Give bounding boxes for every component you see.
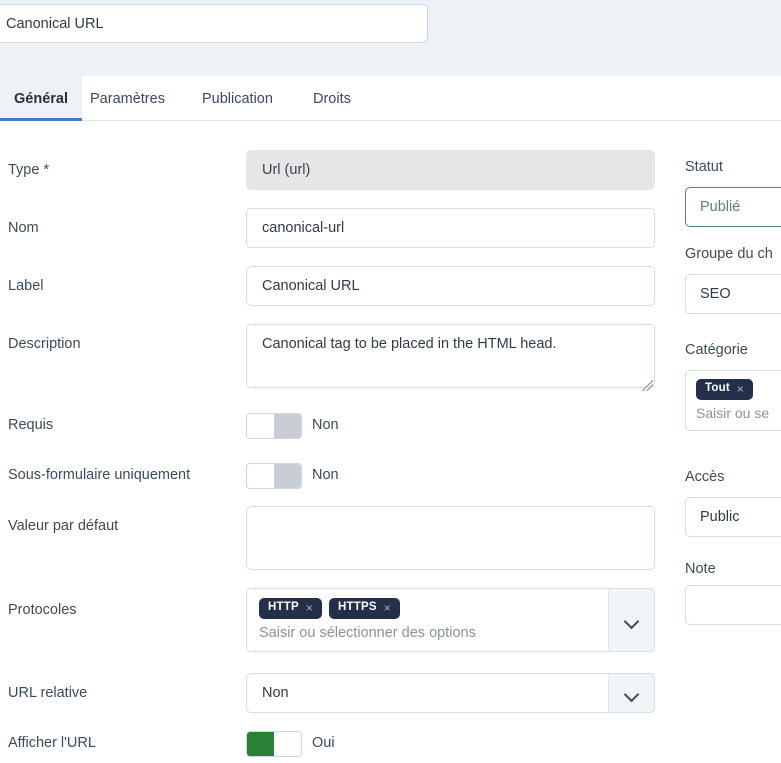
sous-formulaire-toggle[interactable] bbox=[246, 463, 302, 489]
sidebar-label-acces: Accès bbox=[685, 469, 725, 485]
field-label-title-input[interactable] bbox=[0, 4, 428, 43]
url-relative-dropdown-button[interactable] bbox=[608, 674, 654, 712]
chip-remove-icon[interactable]: × bbox=[737, 383, 744, 395]
sidebar-label-groupe: Groupe du ch bbox=[685, 246, 773, 262]
protocoles-chip-list: HTTP × HTTPS × bbox=[259, 598, 642, 619]
toggle-track bbox=[274, 414, 301, 438]
afficher-url-toggle[interactable] bbox=[246, 731, 302, 757]
label-requis: Requis bbox=[8, 417, 54, 433]
protocoles-body: HTTP × HTTPS × Saisir ou sélectionner de… bbox=[247, 589, 654, 651]
valeur-defaut-textarea[interactable] bbox=[246, 506, 655, 570]
nom-input[interactable] bbox=[246, 208, 655, 248]
url-relative-value: Non bbox=[262, 685, 289, 701]
chevron-down-icon bbox=[625, 616, 638, 624]
type-field: Url (url) bbox=[246, 150, 655, 190]
sous-formulaire-toggle-state: Non bbox=[312, 467, 339, 483]
acces-select[interactable]: Public bbox=[685, 497, 781, 537]
categorie-chip-list: Tout × bbox=[696, 379, 781, 400]
toggle-track bbox=[274, 732, 301, 756]
chip-remove-icon[interactable]: × bbox=[306, 602, 313, 614]
chip-tout[interactable]: Tout × bbox=[696, 379, 754, 400]
toggle-knob bbox=[247, 414, 274, 438]
row-url-relative: URL relative Non bbox=[0, 673, 781, 713]
toggle-knob bbox=[247, 464, 274, 488]
label-description: Description bbox=[8, 336, 81, 352]
groupe-select[interactable]: SEO bbox=[685, 274, 781, 314]
row-valeur-defaut: Valeur par défaut bbox=[0, 506, 781, 570]
protocoles-dropdown-button[interactable] bbox=[608, 589, 654, 651]
protocoles-multiselect[interactable]: HTTP × HTTPS × Saisir ou sélectionner de… bbox=[246, 588, 655, 652]
sidebar-label-categorie: Catégorie bbox=[685, 342, 748, 358]
tab-bar: Général Paramètres Publication Droits bbox=[0, 76, 781, 121]
sidebar-label-note: Note bbox=[685, 561, 716, 577]
protocoles-placeholder[interactable]: Saisir ou sélectionner des options bbox=[259, 625, 642, 641]
row-afficher-url: Afficher l'URL Oui bbox=[0, 731, 781, 757]
row-label: Label bbox=[0, 266, 781, 306]
requis-toggle[interactable] bbox=[246, 413, 302, 439]
row-sous-formulaire: Sous-formulaire uniquement Non bbox=[0, 463, 781, 489]
label-url-relative: URL relative bbox=[8, 685, 88, 701]
label-afficher-url: Afficher l'URL bbox=[8, 735, 96, 751]
app-root: Général Paramètres Publication Droits Ty… bbox=[0, 0, 781, 763]
requis-toggle-state: Non bbox=[312, 417, 339, 433]
categorie-placeholder[interactable]: Saisir ou se bbox=[696, 405, 781, 421]
chip-http[interactable]: HTTP × bbox=[259, 598, 323, 619]
header-bar bbox=[0, 0, 781, 76]
row-nom: Nom bbox=[0, 208, 781, 248]
label-type: Type * bbox=[8, 162, 50, 178]
statut-select[interactable]: Publié bbox=[685, 187, 781, 227]
categorie-multiselect[interactable]: Tout × Saisir ou se bbox=[685, 370, 781, 431]
toggle-knob bbox=[247, 732, 274, 756]
label-label: Label bbox=[8, 278, 44, 294]
row-description: Description bbox=[0, 324, 781, 391]
tab-droits[interactable]: Droits bbox=[299, 76, 365, 121]
tab-publication[interactable]: Publication bbox=[188, 76, 287, 121]
label-protocoles: Protocoles bbox=[8, 602, 77, 618]
form-general: Type * Url (url) Nom Label Description bbox=[0, 121, 781, 763]
toggle-track bbox=[274, 464, 301, 488]
chip-https[interactable]: HTTPS × bbox=[329, 598, 400, 619]
tab-parametres[interactable]: Paramètres bbox=[76, 76, 179, 121]
chip-remove-icon[interactable]: × bbox=[384, 602, 391, 614]
resize-handle-icon[interactable] bbox=[642, 380, 653, 391]
chip-label: HTTPS bbox=[338, 601, 377, 614]
label-nom: Nom bbox=[8, 220, 39, 236]
chevron-down-icon bbox=[625, 689, 638, 697]
sidebar-label-statut: Statut bbox=[685, 159, 723, 175]
row-type: Type * Url (url) bbox=[0, 150, 781, 190]
url-relative-select[interactable]: Non bbox=[246, 673, 655, 713]
chip-label: Tout bbox=[705, 382, 730, 395]
chip-label: HTTP bbox=[268, 601, 299, 614]
note-input[interactable] bbox=[685, 585, 781, 625]
afficher-url-toggle-state: Oui bbox=[312, 735, 335, 751]
label-sous-formulaire: Sous-formulaire uniquement bbox=[8, 467, 191, 483]
label-valeur-defaut: Valeur par défaut bbox=[8, 518, 119, 534]
tab-general[interactable]: Général bbox=[0, 76, 82, 121]
row-requis: Requis Non bbox=[0, 413, 781, 439]
label-input[interactable] bbox=[246, 266, 655, 306]
description-textarea[interactable] bbox=[246, 324, 655, 388]
